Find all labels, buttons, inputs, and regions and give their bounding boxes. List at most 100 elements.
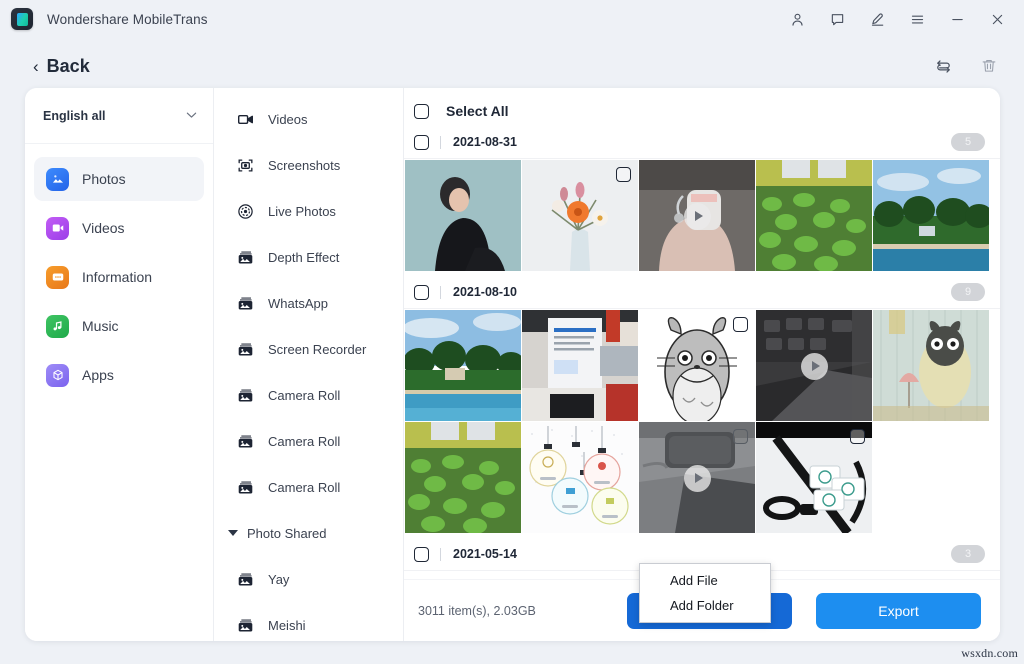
- sidebar-item-videos[interactable]: Videos: [34, 206, 204, 250]
- thumbnail-item[interactable]: [873, 160, 989, 271]
- export-button[interactable]: Export: [816, 593, 981, 629]
- thumbnail-item[interactable]: [522, 160, 638, 271]
- videos-icon: [46, 217, 69, 240]
- context-menu: Add File Add Folder: [639, 563, 771, 623]
- category-label: WhatsApp: [268, 296, 328, 311]
- window-controls: [782, 5, 1024, 33]
- category-label: Meishi: [268, 618, 306, 633]
- sidebar-item-label: Videos: [82, 220, 125, 236]
- video-play-icon[interactable]: [684, 465, 711, 492]
- thumbnail-item[interactable]: [522, 310, 638, 421]
- information-icon: [46, 266, 69, 289]
- category-label: Camera Roll: [268, 388, 340, 403]
- video-play-icon[interactable]: [801, 353, 828, 380]
- thumbnail-checkbox[interactable]: [733, 429, 748, 444]
- divider: [440, 286, 441, 299]
- thumbnail-item[interactable]: [639, 160, 755, 271]
- language-selector[interactable]: English all: [25, 88, 213, 144]
- back-button[interactable]: ‹ Back: [33, 56, 90, 77]
- category-group-photo-shared[interactable]: Photo Shared: [214, 510, 403, 556]
- sidebar: English all Photos Videos: [25, 88, 214, 641]
- thumbnail-grid: [404, 309, 1000, 533]
- photos-icon: [46, 168, 69, 191]
- divider: [440, 136, 441, 149]
- date-group-label: 2021-05-14: [453, 547, 517, 561]
- category-label: Screenshots: [268, 158, 340, 173]
- sidebar-nav: Photos Videos Information: [25, 144, 213, 397]
- photo-album-icon: [236, 248, 254, 266]
- minimize-icon[interactable]: [942, 5, 972, 33]
- date-group-count: 5: [951, 133, 985, 151]
- thumbnail-item[interactable]: [522, 422, 638, 533]
- category-item-screen-recorder[interactable]: Screen Recorder: [214, 326, 403, 372]
- category-label: Camera Roll: [268, 480, 340, 495]
- date-group-checkbox[interactable]: [414, 547, 429, 562]
- feedback-icon[interactable]: [822, 5, 852, 33]
- thumbnail-item[interactable]: [873, 310, 989, 421]
- video-camera-icon: [236, 110, 254, 128]
- thumbnail-item[interactable]: [639, 310, 755, 421]
- close-icon[interactable]: [982, 5, 1012, 33]
- thumbnail-checkbox[interactable]: [733, 317, 748, 332]
- thumbnail-item[interactable]: [756, 310, 872, 421]
- category-item-screenshots[interactable]: Screenshots: [214, 142, 403, 188]
- thumbnail-item[interactable]: [756, 422, 872, 533]
- category-item-camera-roll-3[interactable]: Camera Roll: [214, 464, 403, 510]
- thumbnail-item[interactable]: [756, 160, 872, 271]
- account-icon[interactable]: [782, 5, 812, 33]
- photo-album-icon: [236, 432, 254, 450]
- date-group-checkbox[interactable]: [414, 135, 429, 150]
- sidebar-item-apps[interactable]: Apps: [34, 353, 204, 397]
- category-item-yay[interactable]: Yay: [214, 556, 403, 602]
- sidebar-item-photos[interactable]: Photos: [34, 157, 204, 201]
- category-item-camera-roll-1[interactable]: Camera Roll: [214, 372, 403, 418]
- category-item-meishi[interactable]: Meishi: [214, 602, 403, 641]
- refresh-icon[interactable]: [930, 53, 956, 79]
- app-logo-icon: [11, 8, 33, 30]
- gallery-scroll[interactable]: Select All 2021-08-31 5: [404, 88, 1000, 579]
- sidebar-item-music[interactable]: Music: [34, 304, 204, 348]
- category-item-live-photos[interactable]: Live Photos: [214, 188, 403, 234]
- date-group-header[interactable]: 2021-08-31 5: [404, 126, 1000, 159]
- triangle-down-icon: [228, 530, 238, 536]
- category-label: Camera Roll: [268, 434, 340, 449]
- date-group-checkbox[interactable]: [414, 285, 429, 300]
- sidebar-item-label: Information: [82, 269, 152, 285]
- thumbnail-item[interactable]: [639, 422, 755, 533]
- page-toolbar: ‹ Back: [0, 40, 1024, 92]
- select-all-row[interactable]: Select All: [404, 96, 1000, 126]
- thumbnail-grid: [404, 159, 1000, 271]
- photo-album-icon: [236, 386, 254, 404]
- category-label: Yay: [268, 572, 289, 587]
- photo-album-icon: [236, 340, 254, 358]
- gallery-panel: Select All 2021-08-31 5: [404, 88, 1000, 641]
- date-group-label: 2021-08-31: [453, 135, 517, 149]
- delete-icon[interactable]: [976, 53, 1002, 79]
- thumbnail-checkbox[interactable]: [850, 429, 865, 444]
- edit-icon[interactable]: [862, 5, 892, 33]
- thumbnail-checkbox[interactable]: [616, 167, 631, 182]
- divider: [440, 548, 441, 561]
- apps-icon: [46, 364, 69, 387]
- category-item-videos[interactable]: Videos: [214, 96, 403, 142]
- thumbnail-item[interactable]: [405, 422, 521, 533]
- category-item-whatsapp[interactable]: WhatsApp: [214, 280, 403, 326]
- video-play-icon[interactable]: [684, 203, 711, 230]
- language-label: English all: [43, 109, 106, 123]
- category-item-depth-effect[interactable]: Depth Effect: [214, 234, 403, 280]
- sidebar-item-information[interactable]: Information: [34, 255, 204, 299]
- photo-album-icon: [236, 616, 254, 634]
- category-item-camera-roll-2[interactable]: Camera Roll: [214, 418, 403, 464]
- thumbnail-item[interactable]: [405, 160, 521, 271]
- date-group-header[interactable]: 2021-08-10 9: [404, 276, 1000, 309]
- music-icon: [46, 315, 69, 338]
- select-all-checkbox[interactable]: [414, 104, 429, 119]
- context-menu-item-add-folder[interactable]: Add Folder: [640, 593, 770, 618]
- context-menu-item-add-file[interactable]: Add File: [640, 568, 770, 593]
- menu-icon[interactable]: [902, 5, 932, 33]
- photo-album-icon: [236, 478, 254, 496]
- thumbnail-item[interactable]: [405, 310, 521, 421]
- app-window: Wondershare MobileTrans: [0, 0, 1024, 664]
- category-label: Videos: [268, 112, 308, 127]
- category-group-label: Photo Shared: [247, 526, 327, 541]
